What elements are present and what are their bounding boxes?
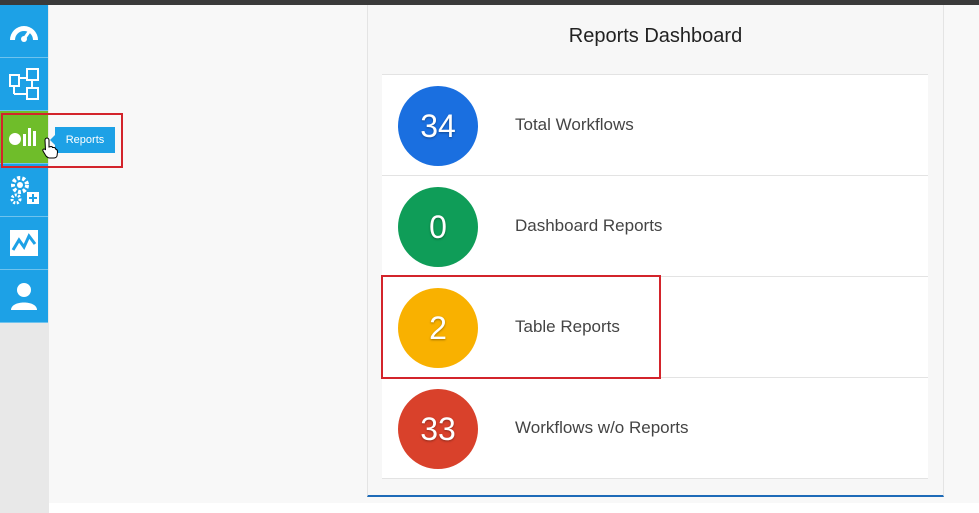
- count-badge: 0: [398, 187, 478, 267]
- report-label: Total Workflows: [515, 115, 634, 134]
- workflow-icon: [7, 67, 41, 101]
- sidebar-item-workflows[interactable]: [0, 58, 48, 111]
- speedometer-icon: [7, 18, 41, 44]
- hand-cursor-icon: [42, 137, 59, 164]
- page-title: Reports Dashboard: [568, 25, 743, 47]
- report-label: Workflows w/o Reports: [515, 418, 689, 437]
- report-row-total-workflows[interactable]: 34 Total Workflows: [382, 74, 928, 175]
- user-icon: [8, 280, 40, 312]
- table-reports-highlight-box: [381, 275, 661, 379]
- sidebar-item-monitoring[interactable]: [0, 217, 48, 270]
- line-chart-icon: [8, 228, 40, 258]
- sidebar-item-users[interactable]: [0, 270, 48, 323]
- gears-add-icon: [7, 173, 41, 207]
- sidebar-tooltip: Reports: [50, 127, 115, 153]
- count-badge: 34: [398, 86, 478, 166]
- sidebar-item-dashboard[interactable]: [0, 5, 48, 58]
- sidebar: [0, 5, 49, 513]
- sidebar-item-settings[interactable]: [0, 164, 48, 217]
- count-badge: 33: [398, 389, 478, 469]
- report-label: Dashboard Reports: [515, 216, 663, 235]
- report-row-workflows-without-reports[interactable]: 33 Workflows w/o Reports: [382, 377, 928, 479]
- report-row-dashboard-reports[interactable]: 0 Dashboard Reports: [382, 175, 928, 276]
- reports-panel: Reports Dashboard 34 Total Workflows 0 D…: [367, 5, 944, 497]
